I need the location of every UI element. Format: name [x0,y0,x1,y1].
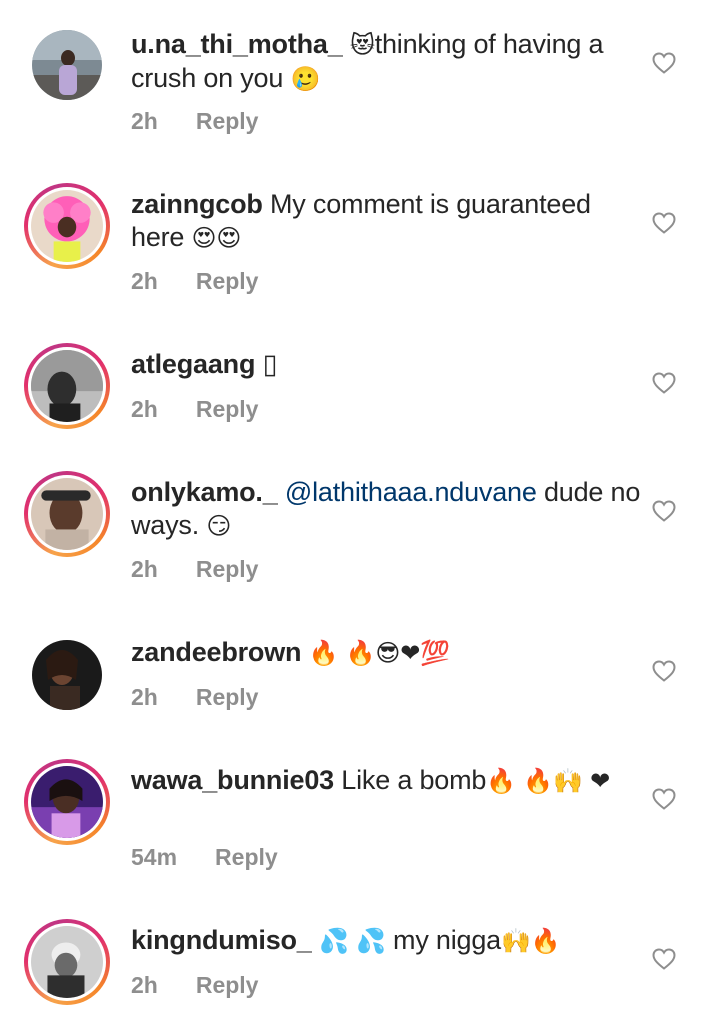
reply-button[interactable]: Reply [196,684,259,711]
username[interactable]: kingndumiso_ [131,925,312,955]
timestamp: 2h [131,108,158,134]
emoji: 🔥 🔥😎❤💯 [308,639,450,667]
timestamp: 2h [131,268,158,294]
comment-meta: 2h Reply [131,268,258,295]
avatar[interactable] [24,343,110,429]
username[interactable]: onlykamo._ [131,477,278,507]
avatar[interactable] [24,632,110,718]
avatar[interactable] [24,183,110,269]
heart-outline-icon[interactable] [652,500,676,522]
emoji: 😏 [206,512,232,540]
timestamp: 2h [131,556,158,582]
comment-meta: 2h Reply [131,556,258,583]
reply-button[interactable]: Reply [215,844,278,871]
avatar[interactable] [24,22,110,108]
avatar[interactable] [24,759,110,845]
username[interactable]: atlegaang [131,349,255,379]
emoji: 🙌🔥 [501,927,561,955]
comment-meta: 2h Reply [131,396,258,423]
emoji: 🔥 🔥🙌 ❤ [486,767,611,795]
avatar[interactable] [24,471,110,557]
reply-button[interactable]: Reply [196,108,259,135]
timestamp: 2h [131,684,158,710]
username[interactable]: zainngcob [131,189,263,219]
comment-meta: 54m Reply [131,844,278,871]
comment-body: my nigga [385,925,501,955]
heart-outline-icon[interactable] [652,52,676,74]
comment-text: zainngcob My comment is guaranteed here … [131,188,641,255]
comment-body: Like a bomb [341,765,487,795]
comment-text: kingndumiso_ 💦 💦 my nigga🙌🔥 [131,924,641,958]
reply-button[interactable]: Reply [196,972,259,999]
username[interactable]: u.na_thi_motha_ [131,29,343,59]
heart-outline-icon[interactable] [652,948,676,970]
comment-text: wawa_bunnie03 Like a bomb🔥 🔥🙌 ❤ [131,764,641,798]
heart-outline-icon[interactable] [652,372,676,394]
heart-outline-icon[interactable] [652,212,676,234]
comment-meta: 2h Reply [131,972,258,999]
emoji: 😻 [349,31,375,59]
timestamp: 2h [131,396,158,422]
username[interactable]: zandeebrown [131,637,302,667]
timestamp: 54m [131,844,178,870]
mention-link[interactable]: @lathithaaa.nduvane [285,477,537,507]
emoji: 😍😍 [191,224,242,252]
heart-outline-icon[interactable] [652,660,676,682]
comment-text: zandeebrown 🔥 🔥😎❤💯 [131,636,641,670]
timestamp: 2h [131,972,158,998]
emoji: 💦 💦 [318,927,386,955]
heart-outline-icon[interactable] [652,788,676,810]
reply-button[interactable]: Reply [196,396,259,423]
reply-button[interactable]: Reply [196,268,259,295]
comment-text: atlegaang ▯ [131,348,641,381]
comment-text: onlykamo._ @lathithaaa.nduvane dude no w… [131,476,641,543]
comment-meta: 2h Reply [131,108,258,135]
reply-button[interactable]: Reply [196,556,259,583]
emoji: ▯ [262,349,278,379]
avatar[interactable] [24,919,110,1005]
comment-text: u.na_thi_motha_ 😻thinking of having a cr… [131,28,641,96]
username[interactable]: wawa_bunnie03 [131,765,334,795]
emoji: 🥲 [290,65,321,93]
comment-meta: 2h Reply [131,684,258,711]
